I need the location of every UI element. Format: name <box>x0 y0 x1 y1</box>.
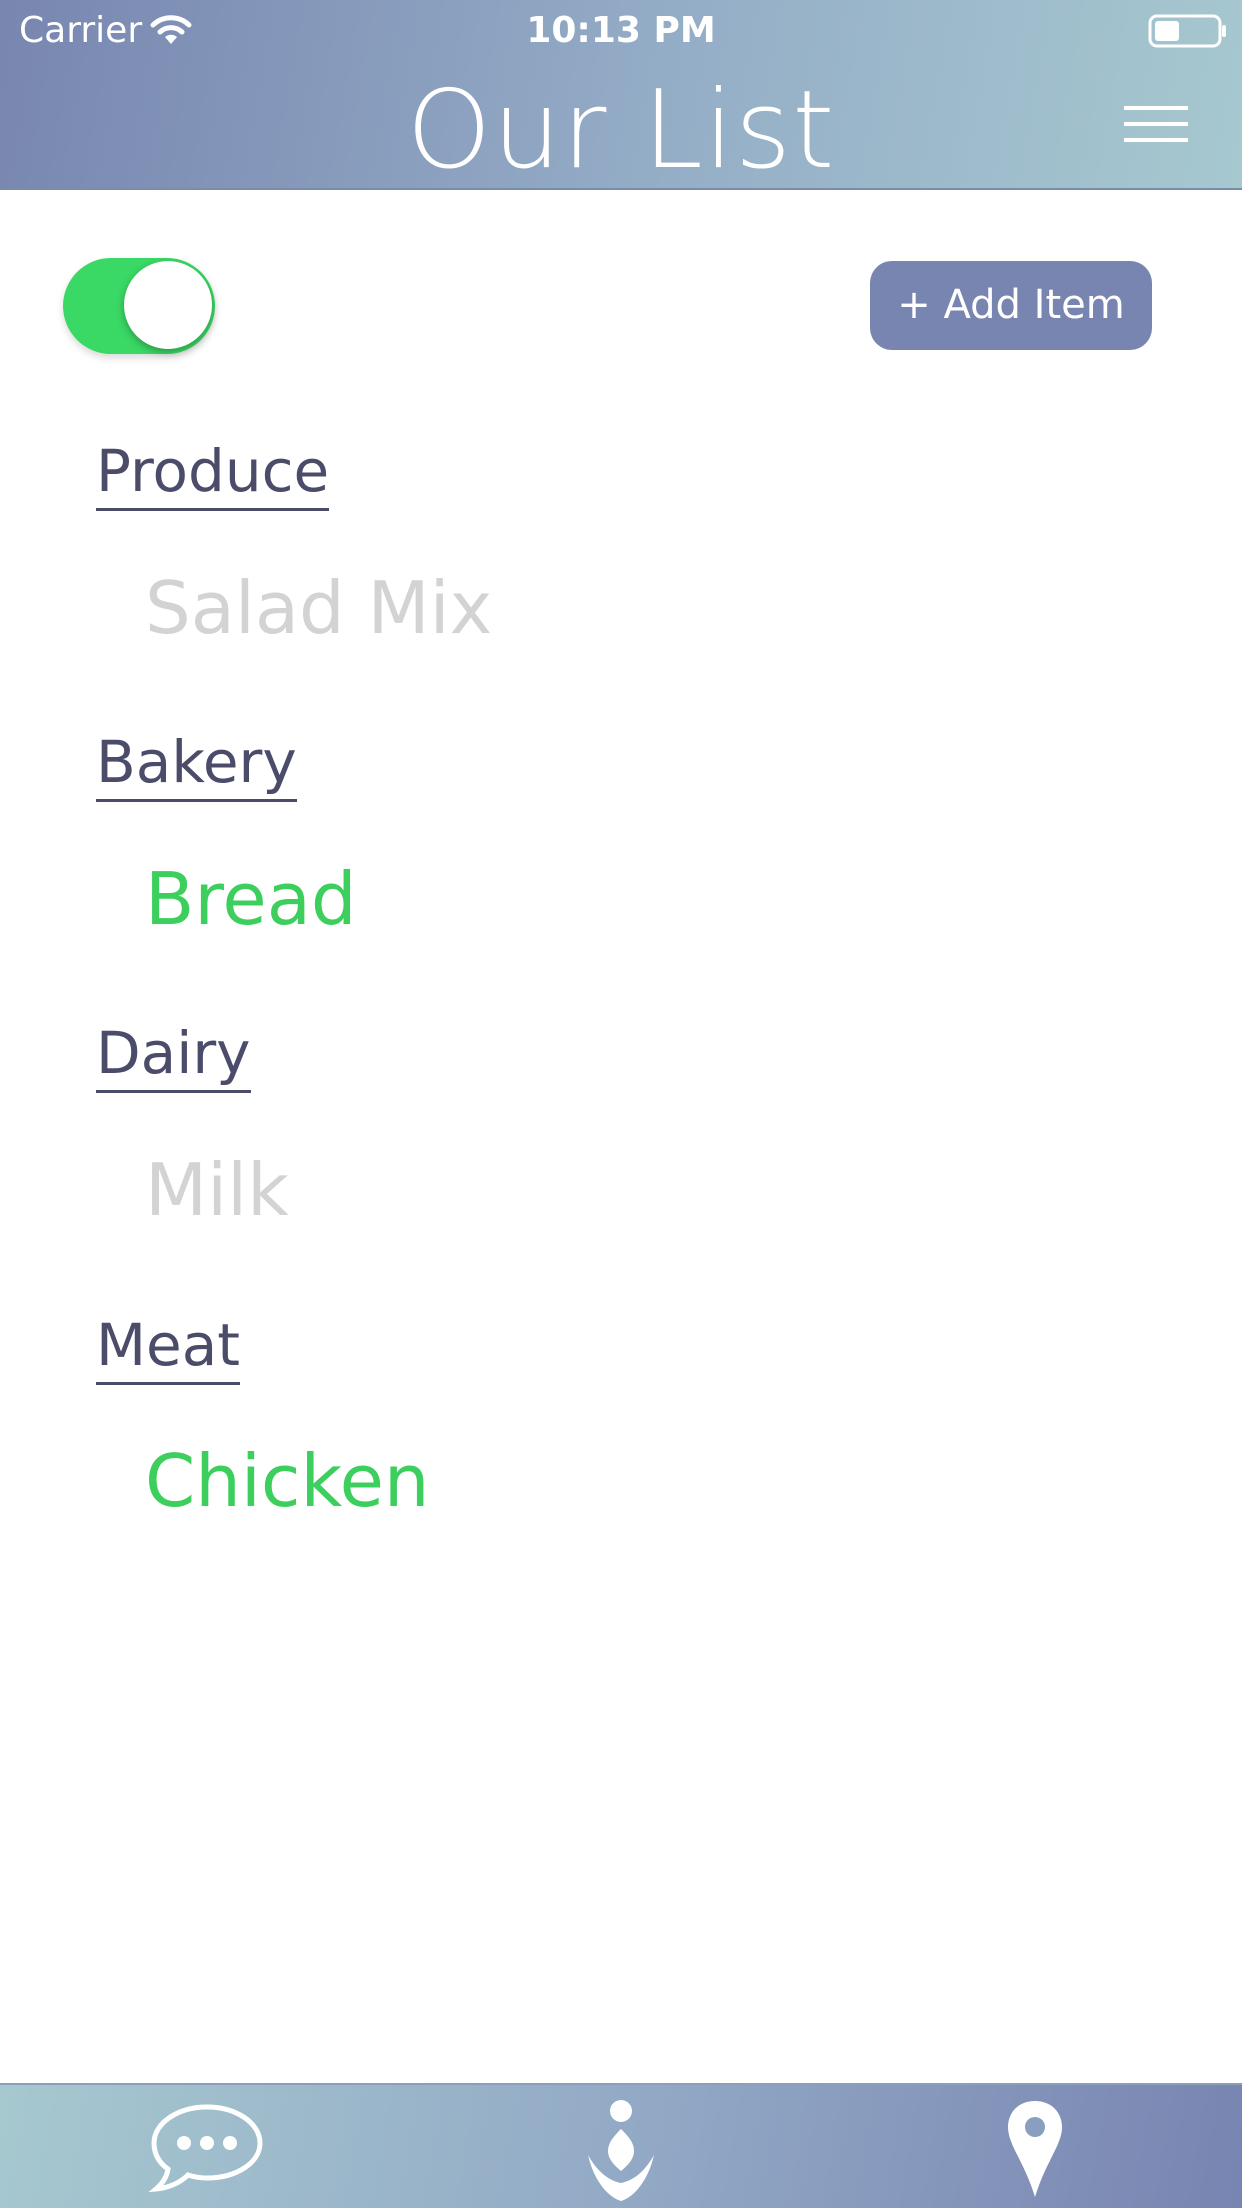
person-logo-icon[interactable] <box>580 2085 662 2208</box>
category-heading-produce: Produce <box>96 436 330 511</box>
category-heading-dairy: Dairy <box>96 1018 251 1093</box>
battery-icon <box>1148 14 1226 48</box>
category-heading-bakery: Bakery <box>96 727 297 802</box>
show-checked-toggle[interactable] <box>63 258 215 354</box>
header-bar: Carrier 10:13 PM Our List <box>0 0 1242 193</box>
list-item-bread[interactable]: Bread <box>145 857 357 941</box>
page-title: Our List <box>406 68 836 193</box>
list-item-milk[interactable]: Milk <box>145 1148 289 1232</box>
chat-bubble-icon[interactable] <box>146 2085 268 2208</box>
list-item-salad-mix[interactable]: Salad Mix <box>145 566 492 650</box>
toggle-knob[interactable] <box>124 261 212 349</box>
location-pin-icon[interactable] <box>1000 2085 1070 2208</box>
list-item-chicken[interactable]: Chicken <box>145 1439 430 1523</box>
category-heading-meat: Meat <box>96 1310 241 1385</box>
status-time: 10:13 PM <box>526 10 716 51</box>
tab-bar <box>0 2083 1242 2208</box>
add-item-button[interactable]: + Add Item <box>870 261 1152 350</box>
hamburger-menu-icon[interactable] <box>1124 104 1188 144</box>
